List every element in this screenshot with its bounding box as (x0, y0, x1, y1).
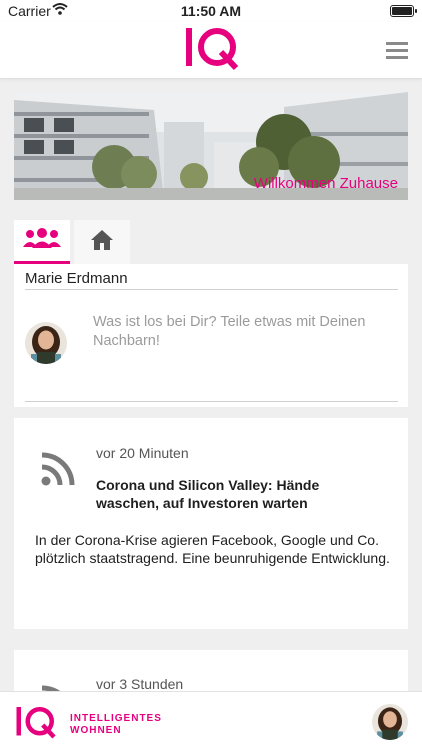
tab-home[interactable] (74, 220, 130, 264)
tab-community[interactable] (14, 220, 70, 264)
brand-tagline-line1: INTELLIGENTES (70, 713, 162, 724)
hamburger-icon[interactable] (386, 42, 408, 60)
divider (25, 289, 398, 290)
feed-item[interactable]: vor 20 Minuten Corona und Silicon Valley… (14, 418, 408, 629)
avatar (25, 322, 67, 369)
clock: 11:50 AM (180, 3, 242, 19)
post-composer: Marie Erdmann Was ist los bei Dir? Teile… (14, 264, 408, 407)
feed-title[interactable]: Corona und Silicon Valley: Hände waschen… (96, 476, 386, 512)
post-input[interactable]: Was ist los bei Dir? Teile etwas mit Dei… (93, 313, 393, 351)
brand-tagline-line2: WOHNEN (70, 725, 122, 736)
user-name: Marie Erdmann (25, 270, 128, 287)
banner-title: Willkommen Zuhause (253, 175, 398, 192)
welcome-banner: Willkommen Zuhause (14, 92, 408, 200)
status-bar: Carrier 11:50 AM (0, 0, 422, 22)
community-icon (23, 227, 61, 254)
feed-timestamp: vor 3 Stunden (96, 676, 184, 692)
divider (25, 401, 398, 402)
footer-bar: INTELLIGENTES WOHNEN (0, 691, 422, 751)
battery-icon (390, 5, 417, 17)
rss-icon (41, 450, 77, 491)
home-icon (90, 229, 114, 256)
feed-timestamp: vor 20 Minuten (96, 445, 189, 461)
brand-tagline: INTELLIGENTES WOHNEN (70, 713, 162, 737)
profile-avatar[interactable] (372, 704, 408, 745)
iq-footer-logo[interactable] (14, 704, 58, 745)
app-header (0, 22, 422, 79)
iq-logo[interactable] (184, 24, 240, 77)
feed-body: In der Corona-Krise agieren Facebook, Go… (35, 532, 390, 566)
